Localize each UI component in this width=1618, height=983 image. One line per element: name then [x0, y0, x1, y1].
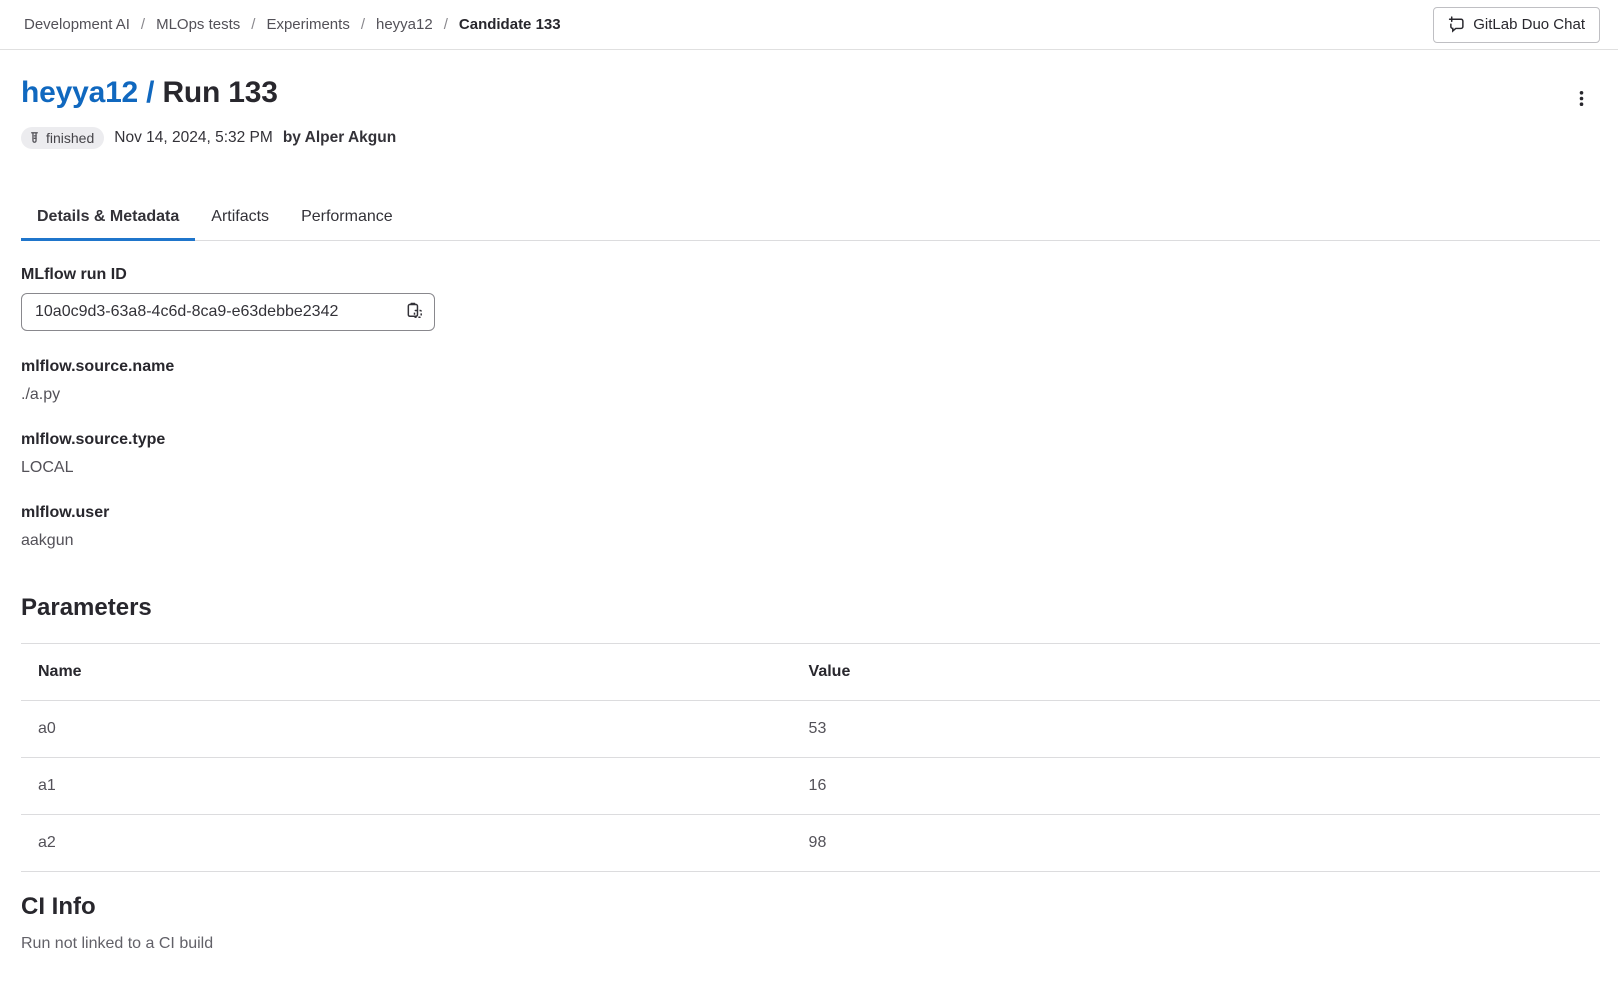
- run-id-input[interactable]: [35, 303, 398, 321]
- more-actions-button[interactable]: [1567, 84, 1596, 116]
- metadata-value-source-name: ./a.py: [21, 386, 1600, 404]
- metadata-value-source-type: LOCAL: [21, 459, 1600, 477]
- title-row: heyya12 / Run 133: [21, 74, 1600, 116]
- gitlab-duo-chat-button[interactable]: GitLab Duo Chat: [1433, 7, 1600, 43]
- copy-run-id-button[interactable]: [404, 300, 425, 324]
- run-meta-row: finished Nov 14, 2024, 5:32 PM by Alper …: [21, 127, 1600, 149]
- test-tube-icon: [28, 131, 41, 145]
- metadata-label-source-type: mlflow.source.type: [21, 431, 1600, 449]
- duo-chat-icon: [1448, 16, 1465, 33]
- details-metadata-section: MLflow run ID mlflow.source.name ./a.py …: [21, 266, 1600, 550]
- run-title-text: Run 133: [162, 76, 277, 109]
- parameters-heading: Parameters: [21, 594, 1600, 622]
- tab-artifacts[interactable]: Artifacts: [195, 196, 285, 241]
- run-timestamp: Nov 14, 2024, 5:32 PM: [114, 129, 273, 147]
- param-name: a0: [21, 701, 792, 758]
- breadcrumb-separator: /: [361, 16, 365, 33]
- copy-to-clipboard-icon: [406, 302, 423, 322]
- table-row: a1 16: [21, 758, 1600, 815]
- param-name: a1: [21, 758, 792, 815]
- param-name: a2: [21, 815, 792, 872]
- breadcrumb-item-heyya12[interactable]: heyya12: [376, 16, 433, 33]
- parameters-table: Name Value a0 53 a1 16 a2 98: [21, 643, 1600, 872]
- param-value: 16: [792, 758, 1600, 815]
- column-header-value: Value: [792, 644, 1600, 701]
- breadcrumb-item-mlops-tests[interactable]: MLOps tests: [156, 16, 240, 33]
- status-badge-label: finished: [46, 130, 94, 146]
- breadcrumb-item-development-ai[interactable]: Development AI: [24, 16, 130, 33]
- page-title: heyya12 / Run 133: [21, 74, 278, 112]
- breadcrumb-bar: Development AI / MLOps tests / Experimen…: [0, 0, 1618, 50]
- run-tabs: Details & Metadata Artifacts Performance: [21, 196, 1600, 241]
- experiment-title-link[interactable]: heyya12 /: [21, 76, 154, 109]
- breadcrumb-separator: /: [251, 16, 255, 33]
- breadcrumb: Development AI / MLOps tests / Experimen…: [24, 16, 561, 33]
- vertical-ellipsis-icon: [1573, 90, 1590, 110]
- parameters-section: Parameters Name Value a0 53 a1 16 a2: [21, 594, 1600, 872]
- table-row: a0 53: [21, 701, 1600, 758]
- metadata-value-user: aakgun: [21, 532, 1600, 550]
- breadcrumb-separator: /: [141, 16, 145, 33]
- metadata-label-user: mlflow.user: [21, 504, 1600, 522]
- table-header-row: Name Value: [21, 644, 1600, 701]
- run-id-label: MLflow run ID: [21, 266, 1600, 284]
- breadcrumb-item-current-candidate: Candidate 133: [459, 16, 561, 33]
- param-value: 98: [792, 815, 1600, 872]
- metadata-label-source-name: mlflow.source.name: [21, 358, 1600, 376]
- breadcrumb-separator: /: [444, 16, 448, 33]
- status-badge: finished: [21, 127, 104, 149]
- breadcrumb-item-experiments[interactable]: Experiments: [266, 16, 349, 33]
- run-id-field: [21, 293, 435, 331]
- param-value: 53: [792, 701, 1600, 758]
- run-author: by Alper Akgun: [283, 129, 396, 147]
- ci-info-heading: CI Info: [21, 893, 1600, 921]
- tab-details-metadata[interactable]: Details & Metadata: [21, 196, 195, 241]
- tab-performance[interactable]: Performance: [285, 196, 409, 241]
- ci-info-section: CI Info Run not linked to a CI build: [21, 893, 1600, 953]
- table-row: a2 98: [21, 815, 1600, 872]
- duo-chat-label: GitLab Duo Chat: [1473, 16, 1585, 33]
- run-detail-page: heyya12 / Run 133 finished Nov 14, 2024,…: [0, 74, 1618, 983]
- column-header-name: Name: [21, 644, 792, 701]
- ci-info-message: Run not linked to a CI build: [21, 935, 1600, 953]
